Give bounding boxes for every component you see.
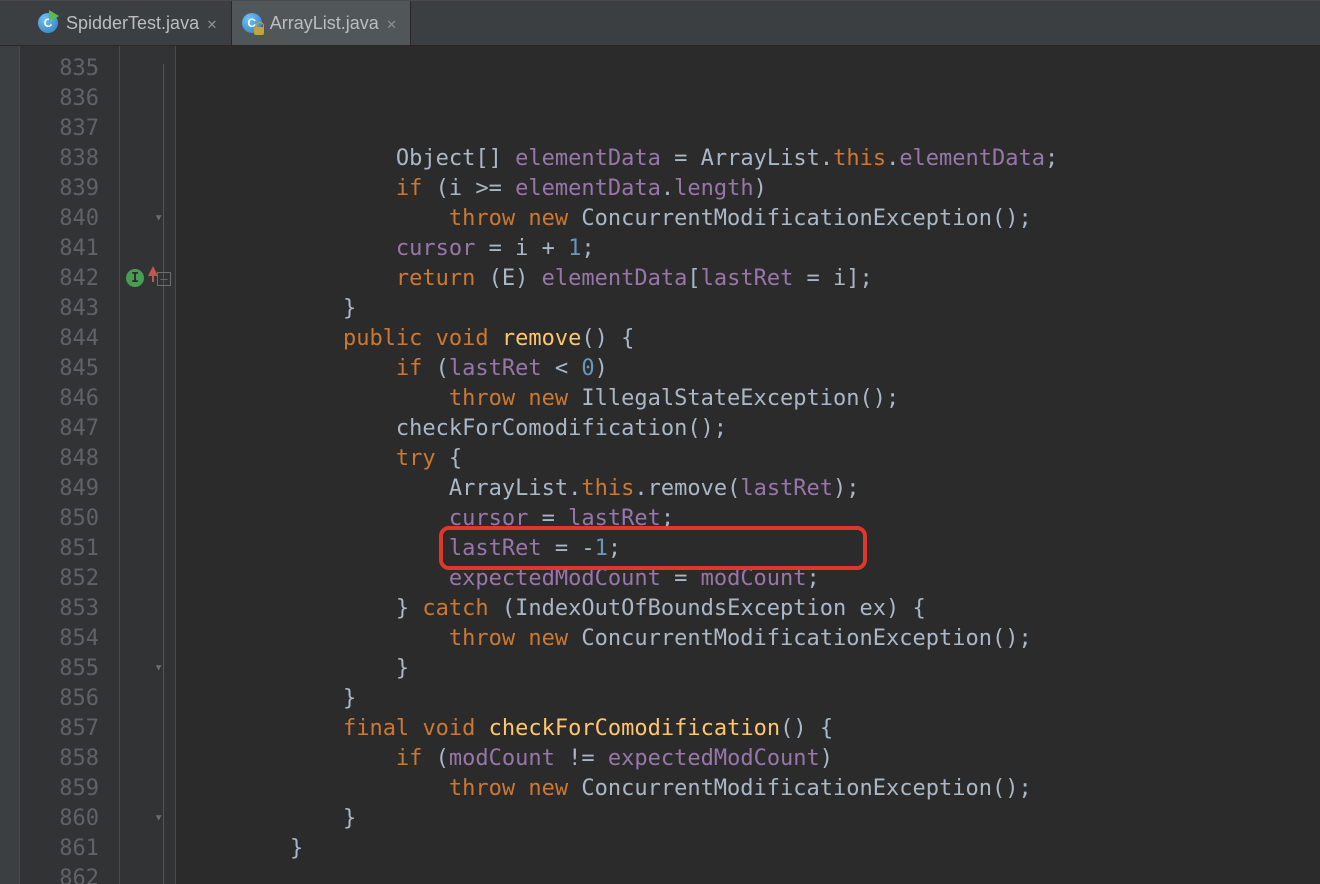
line-number[interactable]: 840 (20, 204, 99, 234)
code-line[interactable]: try { (184, 444, 1320, 474)
fold-end-icon[interactable] (155, 812, 171, 824)
line-number[interactable]: 842 (20, 264, 99, 294)
line-number[interactable]: 848 (20, 444, 99, 474)
code-line[interactable]: } (184, 654, 1320, 684)
line-number[interactable]: 839 (20, 174, 99, 204)
code-line[interactable]: throw new ConcurrentModificationExceptio… (184, 624, 1320, 654)
code-line[interactable]: if (i >= elementData.length) (184, 174, 1320, 204)
code-area[interactable]: Object[] elementData = ArrayList.this.el… (176, 46, 1320, 884)
line-number[interactable]: 858 (20, 744, 99, 774)
java-class-icon (38, 13, 58, 33)
line-number[interactable]: 847 (20, 414, 99, 444)
line-number[interactable]: 857 (20, 714, 99, 744)
code-line[interactable]: } (184, 684, 1320, 714)
override-marker-icon[interactable]: I (126, 269, 144, 287)
tab-spiddertest[interactable]: SpidderTest.java ✕ (28, 1, 232, 45)
code-line[interactable]: throw new ConcurrentModificationExceptio… (184, 774, 1320, 804)
code-line[interactable]: ArrayList.this.remove(lastRet); (184, 474, 1320, 504)
code-line[interactable]: checkForComodification(); (184, 414, 1320, 444)
line-number[interactable]: 845 (20, 354, 99, 384)
tab-label: ArrayList.java (270, 13, 379, 34)
tab-arraylist[interactable]: ArrayList.java ✕ (232, 1, 412, 45)
line-number[interactable]: 855 (20, 654, 99, 684)
code-line[interactable]: } (184, 294, 1320, 324)
code-line[interactable]: lastRet = -1; (184, 534, 1320, 564)
gutter-marks[interactable]: I (120, 46, 176, 884)
code-line[interactable]: } catch (IndexOutOfBoundsException ex) { (184, 594, 1320, 624)
tool-window-stripe[interactable] (0, 46, 20, 884)
line-number[interactable]: 861 (20, 834, 99, 864)
line-number[interactable]: 851 (20, 534, 99, 564)
code-line[interactable]: expectedModCount = modCount; (184, 564, 1320, 594)
code-line[interactable]: } (184, 804, 1320, 834)
fold-end-icon[interactable] (155, 662, 171, 674)
line-number[interactable]: 843 (20, 294, 99, 324)
line-number[interactable]: 841 (20, 234, 99, 264)
line-number[interactable]: 836 (20, 84, 99, 114)
line-number[interactable]: 860 (20, 804, 99, 834)
code-line[interactable]: if (modCount != expectedModCount) (184, 744, 1320, 774)
line-number[interactable]: 859 (20, 774, 99, 804)
line-number-gutter[interactable]: 8358368378388398408418428438448458468478… (20, 46, 120, 884)
java-class-icon (242, 13, 262, 33)
fold-toggle-icon[interactable] (157, 272, 171, 286)
line-number[interactable]: 862 (20, 864, 99, 884)
close-icon[interactable]: ✕ (207, 14, 217, 33)
code-line[interactable]: cursor = i + 1; (184, 234, 1320, 264)
tab-bar: SpidderTest.java ✕ ArrayList.java ✕ (0, 0, 1320, 46)
line-number[interactable]: 846 (20, 384, 99, 414)
code-line[interactable]: throw new ConcurrentModificationExceptio… (184, 204, 1320, 234)
code-line[interactable]: cursor = lastRet; (184, 504, 1320, 534)
tab-label: SpidderTest.java (66, 13, 199, 34)
line-number[interactable]: 838 (20, 144, 99, 174)
line-number[interactable]: 837 (20, 114, 99, 144)
code-line[interactable]: public void remove() { (184, 324, 1320, 354)
code-line[interactable]: final void checkForComodification() { (184, 714, 1320, 744)
fold-end-icon[interactable] (155, 212, 171, 224)
line-number[interactable]: 835 (20, 54, 99, 84)
code-line[interactable]: } (184, 834, 1320, 864)
editor: 8358368378388398408418428438448458468478… (0, 46, 1320, 884)
line-number[interactable]: 849 (20, 474, 99, 504)
code-line[interactable]: throw new IllegalStateException(); (184, 384, 1320, 414)
line-number[interactable]: 856 (20, 684, 99, 714)
code-line[interactable]: if (lastRet < 0) (184, 354, 1320, 384)
line-number[interactable]: 854 (20, 624, 99, 654)
close-icon[interactable]: ✕ (387, 14, 397, 33)
code-line[interactable]: return (E) elementData[lastRet = i]; (184, 264, 1320, 294)
code-line[interactable]: Object[] elementData = ArrayList.this.el… (184, 144, 1320, 174)
line-number[interactable]: 850 (20, 504, 99, 534)
line-number[interactable]: 844 (20, 324, 99, 354)
line-number[interactable]: 852 (20, 564, 99, 594)
line-number[interactable]: 853 (20, 594, 99, 624)
